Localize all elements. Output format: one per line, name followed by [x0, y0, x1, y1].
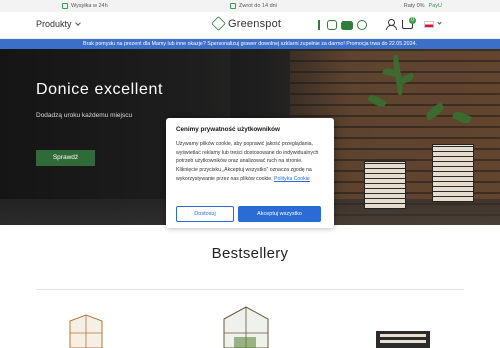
top-info-bar: Wysyłka w 24h Zwrot do 14 dni Raty 0% Pa…	[0, 0, 500, 12]
cart-icon[interactable]: 0	[402, 16, 416, 29]
logo-text: Greenspot	[228, 17, 282, 30]
planter-left	[364, 161, 406, 209]
hero-cta-button[interactable]: Sprawdź	[36, 150, 95, 166]
product-card[interactable]	[374, 329, 432, 348]
payu-logo: PayU	[428, 3, 442, 9]
product-image-greenhouse-small	[69, 314, 103, 348]
site-header: Produkty Greenspot 0	[0, 12, 500, 39]
chevron-down-icon	[74, 19, 81, 26]
cookie-consent-dialog: Cenimy prywatność użytkowników Używamy p…	[166, 118, 334, 228]
youtube-icon[interactable]	[341, 20, 353, 30]
cookie-dialog-actions: Dostosuj Akceptuj wszystko	[176, 206, 321, 222]
hero-title: Donice excellent	[36, 81, 163, 98]
planter-right	[432, 144, 474, 202]
product-image-planter	[376, 331, 430, 348]
social-links	[318, 20, 367, 30]
product-card[interactable]	[62, 313, 110, 348]
accept-all-cookies-button[interactable]: Akceptuj wszystko	[238, 206, 321, 222]
header-actions: 0	[386, 16, 442, 30]
cookie-dialog-title: Cenimy prywatność użytkowników	[176, 126, 280, 133]
section-divider	[36, 289, 464, 290]
instagram-icon[interactable]	[327, 20, 337, 30]
products-menu[interactable]: Produkty	[36, 19, 81, 29]
returns-info: Zwrot do 14 dni	[230, 3, 277, 9]
product-card[interactable]	[216, 305, 276, 348]
hero-subtitle: Dodadzą uroku każdemu miejscu	[36, 112, 133, 119]
language-chevron-icon[interactable]	[437, 20, 442, 25]
shipping-info: Wysyłka w 24h	[62, 3, 108, 9]
promo-banner[interactable]: Brak pomysłu na prezent dla Mamy lub inn…	[0, 39, 500, 49]
cookie-dialog-body: Używamy plików cookie, aby poprawić jako…	[176, 140, 324, 184]
flag-pl-icon[interactable]	[424, 20, 434, 28]
customize-cookies-button[interactable]: Dostosuj	[176, 206, 234, 222]
user-icon[interactable]	[386, 19, 397, 30]
truck-icon	[62, 3, 68, 9]
returns-text: Zwrot do 14 dni	[239, 3, 277, 9]
cart-count-badge: 0	[409, 16, 416, 24]
pinterest-icon[interactable]	[357, 20, 367, 30]
bestsellers-title: Bestsellery	[211, 245, 289, 262]
product-image-greenhouse-tall	[223, 306, 269, 348]
rates-label: Raty 0%	[403, 3, 425, 9]
logo[interactable]: Greenspot	[211, 16, 282, 31]
shipping-text: Wysyłka w 24h	[71, 3, 108, 9]
return-icon	[230, 3, 236, 9]
facebook-icon[interactable]	[318, 20, 323, 30]
cookie-policy-link[interactable]: Polityka Cookie	[274, 176, 310, 182]
products-menu-label: Produkty	[36, 19, 72, 29]
bestsellers-section: Bestsellery	[0, 225, 500, 348]
logo-icon	[211, 16, 226, 31]
installments-info[interactable]: Raty 0% PayU	[404, 3, 442, 9]
